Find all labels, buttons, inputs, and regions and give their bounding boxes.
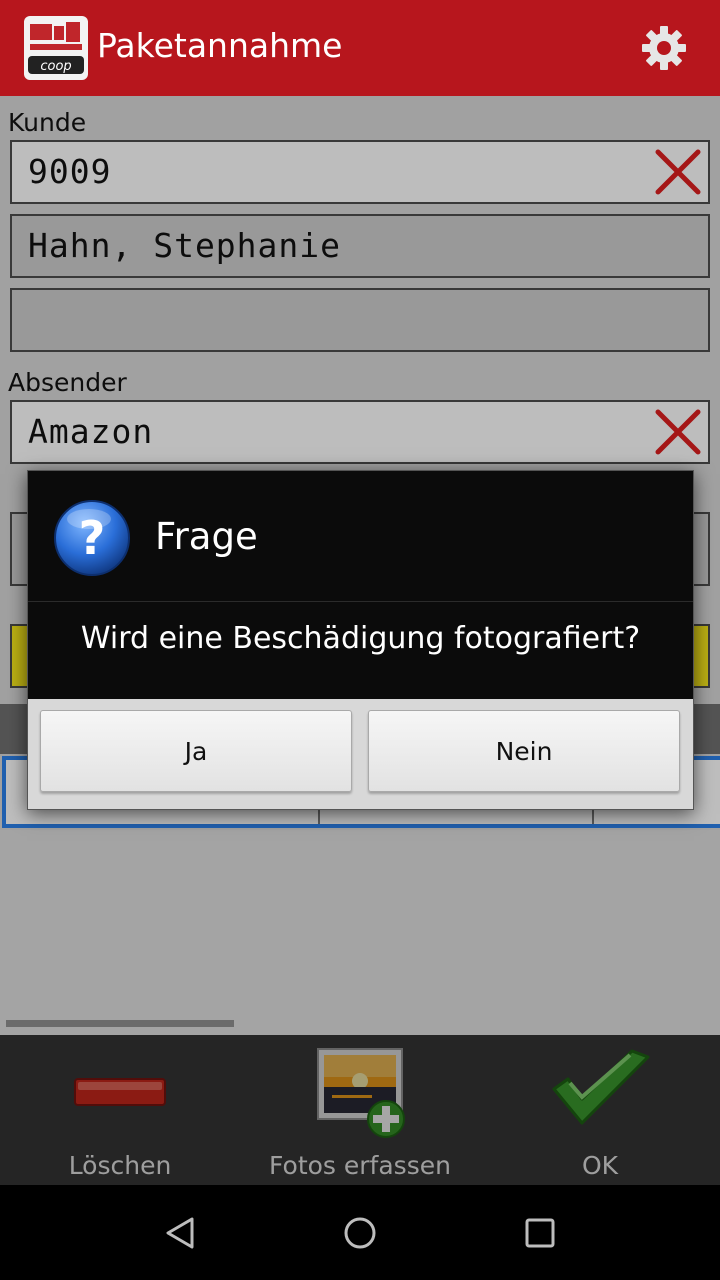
no-button[interactable]: Nein	[368, 710, 680, 792]
dialog-button-bar: Ja Nein	[28, 699, 693, 809]
yes-button[interactable]: Ja	[40, 710, 352, 792]
home-circle-icon[interactable]	[332, 1205, 388, 1261]
svg-text:?: ?	[79, 511, 106, 565]
svg-text:coop: coop	[40, 59, 71, 74]
dialog-scrim	[0, 1035, 720, 1185]
app-bar: coop Paketannahme	[0, 0, 720, 96]
app-title: Paketannahme	[97, 26, 343, 65]
question-dialog: ? Frage Wird eine Beschädigung fotografi…	[27, 470, 694, 810]
coop-logo-icon: coop	[24, 16, 88, 80]
question-icon: ?	[53, 499, 131, 577]
back-triangle-icon[interactable]	[152, 1205, 208, 1261]
dialog-title: Frage	[155, 515, 258, 558]
system-nav-bar	[0, 1185, 720, 1280]
dialog-divider	[28, 601, 693, 602]
recents-square-icon[interactable]	[512, 1205, 568, 1261]
dialog-message: Wird eine Beschädigung fotografiert?	[80, 621, 641, 656]
gear-icon[interactable]	[640, 24, 688, 72]
